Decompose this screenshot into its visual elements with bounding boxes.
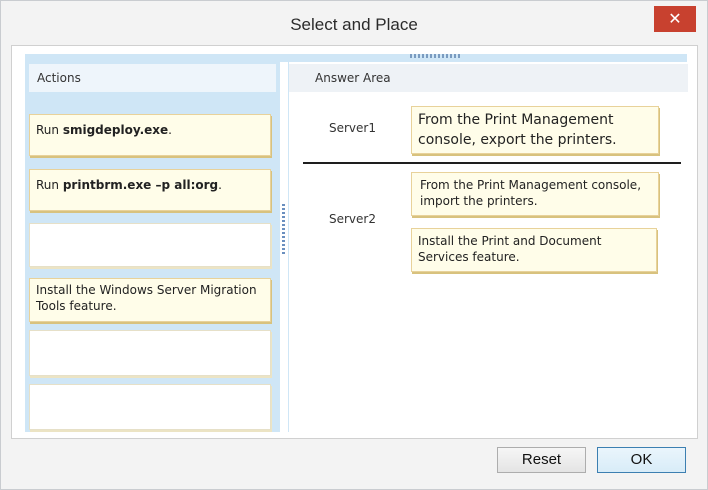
action-item-text: Run printbrm.exe –p all:org.	[36, 178, 222, 192]
actions-header: Actions	[29, 64, 276, 92]
actions-pane: Actions Run smigdeploy.exe. Run printbrm…	[25, 62, 280, 432]
action-item-install-migration-tools[interactable]: Install the Windows Server Migration Too…	[29, 278, 271, 322]
server2-label: Server2	[329, 212, 376, 226]
server1-answer-card[interactable]: From the Print Management console, expor…	[411, 106, 659, 154]
answer-area-pane: Answer Area Server1 From the Print Manag…	[288, 62, 688, 432]
dialog-title: Select and Place	[290, 15, 418, 34]
server2-answer-card-import[interactable]: From the Print Management console, impor…	[411, 172, 659, 216]
server-divider	[303, 162, 681, 164]
action-item-text: Run smigdeploy.exe.	[36, 123, 172, 137]
server2-answer-card-install[interactable]: Install the Print and Document Services …	[411, 228, 657, 272]
action-item-run-printbrm[interactable]: Run printbrm.exe –p all:org.	[29, 169, 271, 211]
title-bar: Select and Place ✕	[1, 1, 707, 45]
splitter-grip-icon	[282, 204, 285, 254]
close-button[interactable]: ✕	[654, 6, 696, 32]
top-strip	[25, 54, 687, 62]
action-slot-empty[interactable]	[29, 330, 271, 376]
dialog-content: Actions Run smigdeploy.exe. Run printbrm…	[11, 45, 698, 439]
top-resize-grip[interactable]	[410, 54, 462, 58]
pane-splitter[interactable]	[280, 62, 288, 432]
answer-area-header: Answer Area	[289, 64, 688, 92]
select-and-place-dialog: Select and Place ✕ Actions Run smigdeplo…	[0, 0, 708, 490]
action-slot-empty[interactable]	[29, 384, 271, 430]
ok-button[interactable]: OK	[597, 447, 686, 473]
close-icon: ✕	[668, 9, 682, 28]
action-slot-empty[interactable]	[29, 223, 271, 267]
action-item-run-smigdeploy[interactable]: Run smigdeploy.exe.	[29, 114, 271, 156]
server1-label: Server1	[329, 121, 376, 135]
reset-button[interactable]: Reset	[497, 447, 586, 473]
action-item-text: Install the Windows Server Migration Too…	[36, 283, 257, 313]
